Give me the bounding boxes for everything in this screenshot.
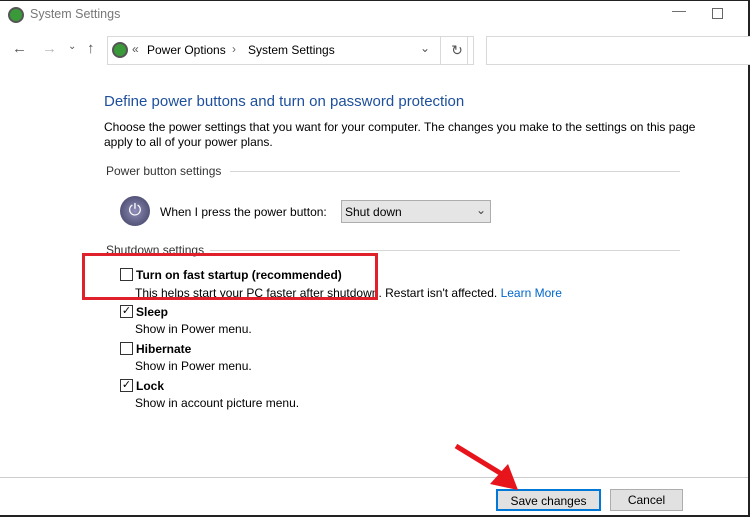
hibernate-checkbox[interactable]	[120, 342, 133, 355]
overflow-icon[interactable]: «	[132, 42, 139, 56]
sleep-checkbox[interactable]: ✓	[120, 305, 133, 318]
lock-description: Show in account picture menu.	[135, 396, 300, 410]
chevron-down-icon: ⌄	[476, 203, 487, 217]
learn-more-link[interactable]: Learn More	[501, 286, 562, 300]
power-options-icon	[112, 42, 128, 58]
select-value: Shut down	[345, 205, 402, 219]
address-dropdown-icon[interactable]: ⌄	[420, 41, 430, 55]
cancel-button[interactable]: Cancel	[610, 489, 683, 511]
highlight-box	[82, 253, 378, 300]
annotation-arrow	[454, 443, 518, 490]
breadcrumb-system-settings[interactable]: System Settings	[248, 43, 335, 57]
forward-button[interactable]: →	[42, 40, 57, 57]
back-button[interactable]: ←	[12, 40, 27, 57]
hibernate-label: Hibernate	[136, 342, 192, 356]
breadcrumb-separator: ›	[232, 42, 236, 56]
search-input[interactable]	[486, 36, 750, 65]
sleep-description: Show in Power menu.	[135, 322, 252, 336]
sleep-label: Sleep	[136, 305, 169, 319]
page-description: Choose the power settings that you want …	[104, 120, 696, 149]
power-button-section-label: Power button settings	[106, 164, 222, 178]
lock-checkbox[interactable]: ✓	[120, 379, 133, 392]
window-title: System Settings	[30, 7, 121, 21]
power-button-label: When I press the power button:	[160, 205, 327, 219]
recent-dropdown-icon[interactable]: ⌄	[68, 41, 76, 52]
refresh-button[interactable]: ↻	[440, 36, 474, 65]
breadcrumb-power-options[interactable]: Power Options	[147, 43, 226, 57]
lock-label: Lock	[136, 379, 165, 393]
minimize-button[interactable]: —	[672, 2, 686, 18]
power-button-select[interactable]: Shut down ⌄	[341, 200, 491, 223]
power-icon: ⏻	[120, 196, 150, 226]
power-options-icon	[8, 7, 24, 23]
maximize-button[interactable]	[712, 8, 723, 19]
up-button[interactable]: ↑	[87, 40, 95, 57]
address-bar[interactable]: « Power Options › System Settings ⌄	[107, 36, 468, 65]
page-title: Define power buttons and turn on passwor…	[104, 93, 465, 110]
hibernate-description: Show in Power menu.	[135, 359, 252, 373]
